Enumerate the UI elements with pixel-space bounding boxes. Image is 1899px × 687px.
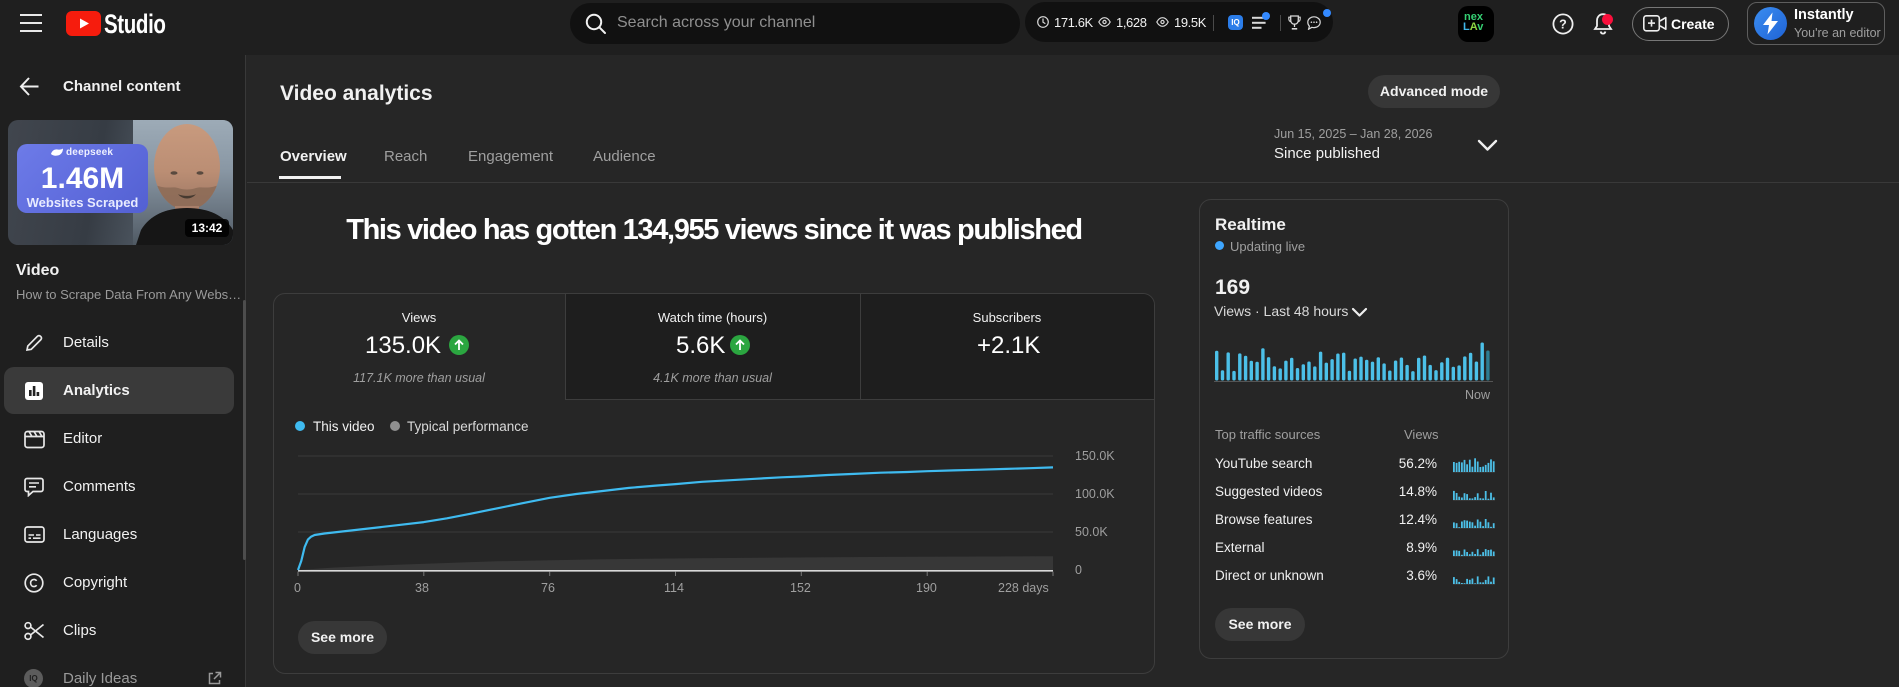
svg-text:?: ? xyxy=(1559,18,1567,32)
